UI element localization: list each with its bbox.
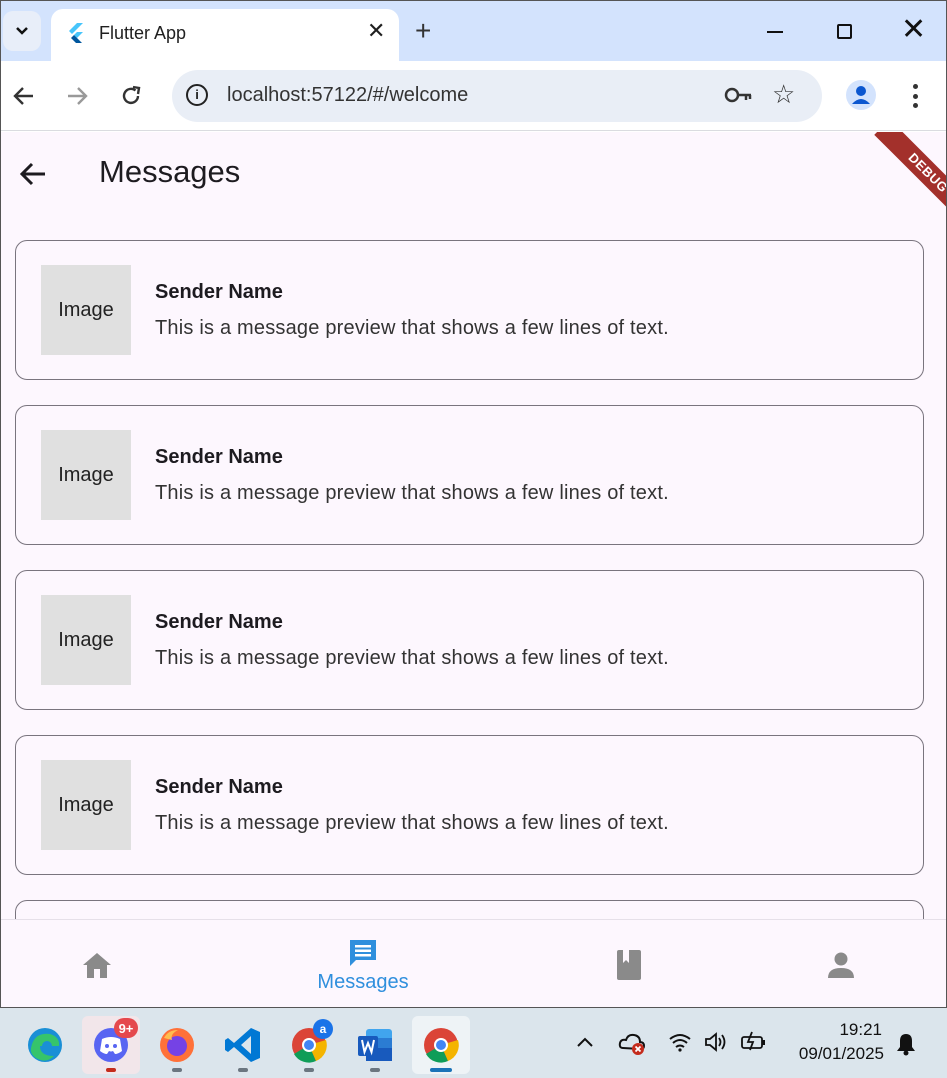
taskbar-firefox[interactable] (148, 1016, 206, 1074)
message-thumbnail: Image (41, 430, 131, 520)
active-indicator (430, 1068, 452, 1072)
chevron-up-icon[interactable] (576, 1036, 594, 1048)
arrow-right-icon (68, 87, 88, 105)
taskbar-discord[interactable]: 9+ (82, 1016, 140, 1074)
sender-name: Sender Name (155, 611, 283, 633)
running-indicator (304, 1068, 314, 1072)
nav-item-messages[interactable]: Messages (245, 920, 481, 1007)
page-title: Messages (99, 154, 241, 189)
notification-badge-icon: 9+ (114, 1018, 138, 1038)
browser-menu-icon[interactable] (906, 81, 924, 111)
home-icon (83, 953, 111, 978)
reload-icon (122, 85, 141, 105)
message-card[interactable]: Image Sender Name This is a message prev… (15, 735, 924, 875)
chrome-icon (424, 1028, 459, 1063)
vscode-icon (225, 1028, 260, 1062)
debug-banner: DEBUG (874, 132, 946, 227)
profile-avatar-icon[interactable] (846, 80, 876, 110)
message-preview: This is a message preview that shows a f… (155, 812, 669, 834)
book-icon (617, 950, 641, 980)
person-icon (828, 952, 854, 978)
nav-label-messages: Messages (317, 970, 409, 993)
back-button[interactable] (9, 79, 39, 113)
running-indicator (172, 1068, 182, 1072)
wifi-icon[interactable] (668, 1032, 692, 1052)
message-preview: This is a message preview that shows a f… (155, 317, 669, 339)
maximize-button[interactable] (837, 24, 852, 39)
taskbar-chrome-profile[interactable]: a (280, 1016, 338, 1074)
battery-charging-icon[interactable] (740, 1030, 768, 1052)
nav-item-profile[interactable] (723, 920, 946, 1007)
address-bar[interactable]: i localhost:57122/#/welcome ☆ (172, 70, 822, 122)
chevron-down-icon (16, 27, 28, 35)
message-icon (350, 939, 376, 966)
message-preview: This is a message preview that shows a f… (155, 482, 669, 504)
tab-close-icon[interactable]: ✕ (367, 19, 385, 43)
bookmark-star-icon[interactable]: ☆ (772, 80, 795, 108)
message-card[interactable]: Image Sender Name This is a message prev… (15, 405, 924, 545)
taskbar-word[interactable] (346, 1016, 404, 1074)
message-card[interactable]: Image Sender Name This is a message prev… (15, 570, 924, 710)
sender-name: Sender Name (155, 776, 283, 798)
sender-name: Sender Name (155, 281, 283, 303)
running-indicator (238, 1068, 248, 1072)
arrow-left-icon (13, 87, 33, 105)
minimize-button[interactable] (767, 31, 783, 33)
nav-item-home[interactable] (1, 920, 215, 1007)
clock-date[interactable]: 09/01/2025 (788, 1044, 884, 1064)
notification-bell-icon[interactable] (896, 1032, 916, 1056)
sender-name: Sender Name (155, 446, 283, 468)
forward-button[interactable] (62, 79, 92, 113)
edge-icon (28, 1028, 62, 1062)
taskbar-chrome-active[interactable] (412, 1016, 470, 1074)
nav-item-book[interactable] (511, 920, 747, 1007)
volume-icon[interactable] (704, 1032, 730, 1052)
browser-toolbar: i localhost:57122/#/welcome ☆ (1, 61, 946, 131)
clock-time[interactable]: 19:21 (812, 1020, 882, 1040)
running-indicator (370, 1068, 380, 1072)
bottom-navigation: Messages (1, 919, 946, 1007)
key-icon[interactable] (724, 84, 754, 106)
message-preview: This is a message preview that shows a f… (155, 647, 669, 669)
window-close-button[interactable]: ✕ (901, 15, 926, 45)
browser-window: Flutter App ✕ + ✕ i localhost:57122/#/we… (0, 0, 947, 1008)
message-list: Image Sender Name This is a message prev… (15, 240, 924, 900)
taskbar: 9+ a 19:21 09/01/2025 (0, 1008, 947, 1078)
message-thumbnail: Image (41, 760, 131, 850)
onedrive-error-icon[interactable] (618, 1030, 648, 1056)
site-info-icon[interactable]: i (186, 84, 208, 106)
profile-badge-icon: a (313, 1019, 333, 1039)
flutter-logo-icon (69, 23, 83, 43)
back-arrow-icon[interactable] (17, 158, 51, 192)
tab-strip: Flutter App ✕ + ✕ (1, 1, 946, 61)
word-icon (358, 1029, 392, 1061)
tab-title: Flutter App (99, 23, 187, 43)
new-tab-button[interactable]: + (415, 17, 431, 45)
taskbar-vscode[interactable] (214, 1016, 272, 1074)
firefox-icon (160, 1028, 194, 1062)
app-viewport: Messages DEBUG Image Sender Name This is… (1, 132, 946, 1007)
tab-active[interactable]: Flutter App ✕ (51, 9, 399, 61)
tab-search-button[interactable] (3, 11, 41, 51)
message-thumbnail: Image (41, 595, 131, 685)
message-thumbnail: Image (41, 265, 131, 355)
discord-badge: 9+ (119, 1021, 134, 1036)
chrome-badge: a (320, 1022, 327, 1036)
message-card[interactable]: Image Sender Name This is a message prev… (15, 240, 924, 380)
reload-button[interactable] (116, 79, 146, 113)
url-text[interactable]: localhost:57122/#/welcome (227, 84, 468, 107)
taskbar-edge[interactable] (16, 1016, 74, 1074)
running-indicator (106, 1068, 116, 1072)
